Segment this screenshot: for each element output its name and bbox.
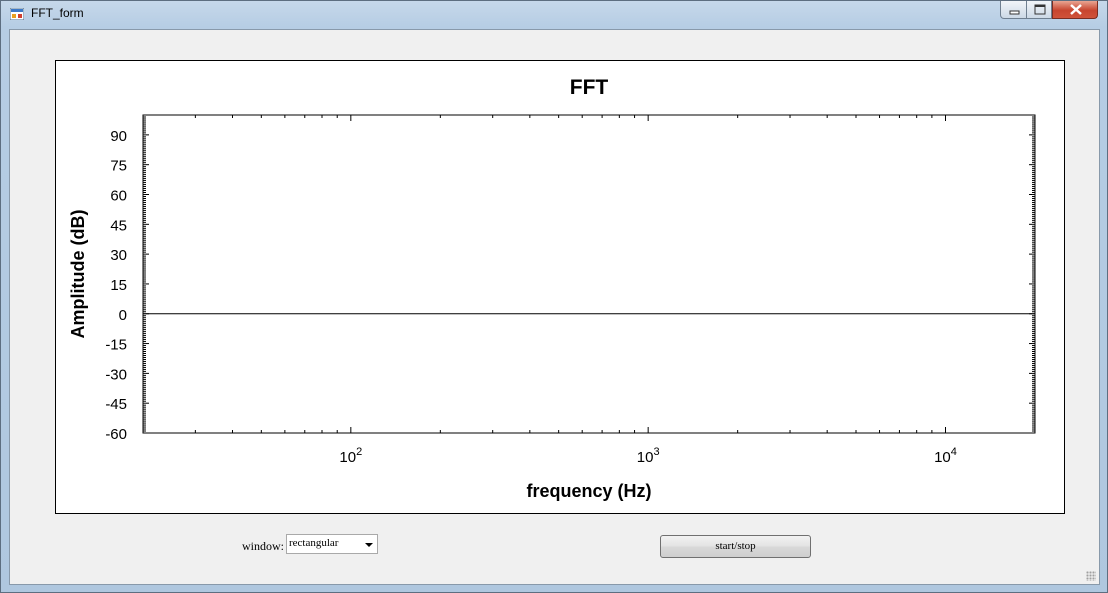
- window-title: FFT_form: [31, 6, 84, 20]
- x-tick-label: 103: [637, 446, 660, 466]
- x-axis-label: frequency (Hz): [526, 481, 651, 501]
- start-stop-button[interactable]: start/stop: [660, 535, 811, 558]
- window-select[interactable]: rectangular: [286, 534, 378, 554]
- y-tick-label: 0: [119, 307, 127, 324]
- resize-grip[interactable]: [1086, 571, 1096, 581]
- y-tick-label: -60: [105, 426, 127, 443]
- maximize-button[interactable]: [1026, 1, 1052, 19]
- window-select-value: rectangular: [289, 537, 339, 549]
- chart-title: FFT: [570, 76, 609, 99]
- close-icon: [1070, 4, 1082, 15]
- x-tick-label-exponent: 3: [653, 446, 659, 458]
- x-tick-label: 102: [339, 446, 362, 466]
- fft-chart-panel: FFT 90 75 60 45 30 15 0 -15 -30 -45 -60 102 103 104 fre…: [55, 60, 1065, 514]
- title-bar[interactable]: FFT_form: [1, 1, 1107, 28]
- y-tick-label: -45: [105, 396, 127, 413]
- y-tick-label: 45: [110, 217, 127, 234]
- plot-frame: [142, 114, 1036, 434]
- y-tick-label: -15: [105, 337, 127, 354]
- minimize-button[interactable]: [1000, 1, 1027, 19]
- x-tick-label-base: 10: [339, 449, 356, 466]
- y-tick-label: -30: [105, 366, 127, 383]
- y-tick-label: 15: [110, 277, 127, 294]
- window-label: window:: [242, 539, 284, 553]
- y-tick-label: 90: [110, 128, 127, 145]
- x-tick-label-base: 10: [637, 449, 654, 466]
- x-tick-label: 104: [934, 446, 957, 466]
- maximize-icon: [1034, 4, 1046, 15]
- chevron-down-icon: [365, 543, 373, 547]
- minimize-icon: [1009, 10, 1020, 15]
- close-button[interactable]: [1052, 1, 1098, 19]
- x-tick-label-exponent: 4: [951, 446, 957, 458]
- app-form-icon: [10, 8, 24, 20]
- y-tick-label: 60: [110, 188, 127, 205]
- y-axis-label: Amplitude (dB): [68, 210, 88, 339]
- fft-chart: FFT9075604530150-15-30-45-60102 103 104fre…: [68, 76, 1036, 501]
- y-tick-label: 75: [110, 158, 127, 175]
- y-tick-label: 30: [110, 247, 127, 264]
- app-window: FFT_form FFT 90 75 60 45 30 15 0 -15 -30 -45 -60 102…: [0, 0, 1108, 593]
- form-client-area: FFT 90 75 60 45 30 15 0 -15 -30 -45 -60 102 103 104 fre…: [9, 29, 1100, 585]
- x-tick-label-base: 10: [934, 449, 951, 466]
- x-tick-label-exponent: 2: [356, 446, 362, 458]
